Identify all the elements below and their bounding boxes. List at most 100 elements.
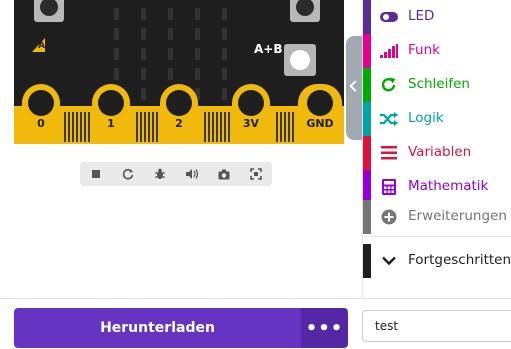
- edge-connector-strip: [88, 112, 90, 142]
- edge-connector-strip: [76, 112, 78, 142]
- chevron-down-icon: [380, 252, 398, 270]
- mute-icon: [186, 169, 199, 179]
- button-b[interactable]: [290, 0, 320, 22]
- category-stripe: [363, 34, 371, 68]
- led-pixel: [141, 88, 146, 100]
- screenshot-button[interactable]: [208, 162, 240, 186]
- edge-connector-strip: [224, 112, 226, 142]
- download-button[interactable]: Herunterladen: [14, 308, 301, 348]
- button-a-plus-b[interactable]: [284, 44, 316, 76]
- pin-1[interactable]: 1: [92, 84, 130, 138]
- led-pixel: [195, 68, 200, 80]
- edge-connector-strip: [152, 112, 154, 142]
- led-pixel: [141, 8, 146, 20]
- edge-connector-strip: [80, 112, 82, 142]
- edge-connector-strip: [68, 112, 70, 142]
- led-pixel: [222, 28, 227, 40]
- pin-2-label: 2: [175, 117, 183, 130]
- pin-3v[interactable]: 3V: [232, 84, 270, 138]
- led-pixel: [114, 48, 119, 60]
- category-schleifen[interactable]: Schleifen: [363, 68, 511, 102]
- edge-connector-strip: [64, 112, 66, 142]
- category-label: Variablen: [408, 144, 472, 160]
- category-funk[interactable]: Funk: [363, 34, 511, 68]
- edge-connector-strip: [284, 112, 286, 142]
- category-stripe: [363, 200, 371, 234]
- list-icon: [380, 144, 398, 162]
- edge-connector: 0 1 2 3V GND: [14, 84, 344, 144]
- button-a[interactable]: [34, 0, 64, 22]
- edge-connector-strip: [280, 112, 282, 142]
- led-pixel: [141, 28, 146, 40]
- category-led[interactable]: LED: [363, 0, 511, 34]
- loop-arrow-icon: [380, 76, 398, 94]
- button-a-logo: A: [32, 38, 45, 52]
- collapse-simulator-tab[interactable]: [346, 36, 362, 140]
- edge-connector-strip: [288, 112, 290, 142]
- edge-connector-strip: [144, 112, 146, 142]
- bottom-bar: Herunterladen •••: [0, 298, 511, 349]
- edge-connector-strip: [204, 112, 206, 142]
- led-pixel: [168, 8, 173, 20]
- led-pixel: [195, 48, 200, 60]
- edge-connector-strip: [140, 112, 142, 142]
- led-pixel: [222, 48, 227, 60]
- debug-button[interactable]: [144, 162, 176, 186]
- category-stripe: [363, 68, 371, 102]
- chevron-left-icon: [349, 80, 361, 92]
- edge-connector-strip: [208, 112, 210, 142]
- restart-icon: [122, 168, 134, 180]
- pin-1-label: 1: [107, 117, 115, 130]
- pin-0-label: 0: [37, 117, 45, 130]
- category-label: LED: [408, 8, 435, 24]
- led-pixel: [195, 8, 200, 20]
- simulator-panel: A A+B 0 1 2 3V GND: [0, 0, 347, 298]
- pin-2[interactable]: 2: [160, 84, 198, 138]
- led-pixel: [168, 48, 173, 60]
- category-stripe: [363, 136, 371, 170]
- led-pixel: [114, 8, 119, 20]
- edge-connector-strip: [72, 112, 74, 142]
- more-options-button[interactable]: •••: [301, 308, 348, 348]
- category-label: Schleifen: [408, 76, 470, 92]
- toolbox-separator: [363, 236, 511, 237]
- led-pixel: [168, 68, 173, 80]
- toolbox: LED Funk Schleifen Logik Variablen Mathe: [362, 0, 511, 298]
- led-pixel: [195, 28, 200, 40]
- toggle-icon: [380, 8, 398, 26]
- fullscreen-button[interactable]: [240, 162, 272, 186]
- led-pixel: [141, 48, 146, 60]
- category-erweiterungen[interactable]: Erweiterungen: [363, 200, 511, 234]
- pin-gnd-label: GND: [306, 117, 334, 130]
- edge-connector-strip: [216, 112, 218, 142]
- edge-connector-strip: [156, 112, 158, 142]
- led-pixel: [222, 88, 227, 100]
- category-stripe: [363, 0, 371, 34]
- category-mathematik[interactable]: Mathematik: [363, 170, 511, 204]
- category-logik[interactable]: Logik: [363, 102, 511, 136]
- project-name-input[interactable]: [362, 310, 511, 342]
- edge-connector-strip: [136, 112, 138, 142]
- edge-connector-strip: [220, 112, 222, 142]
- pin-gnd[interactable]: GND: [298, 84, 342, 138]
- debug-icon: [155, 168, 165, 179]
- led-pixel: [114, 28, 119, 40]
- ab-button-label: A+B: [254, 42, 283, 56]
- category-label: Fortgeschritten: [408, 252, 511, 268]
- calculator-icon: [380, 178, 398, 196]
- pin-0[interactable]: 0: [22, 84, 60, 138]
- category-fortgeschritten[interactable]: Fortgeschritten: [363, 244, 511, 278]
- mute-button[interactable]: [176, 162, 208, 186]
- microbit-board: A A+B 0 1 2 3V GND: [14, 0, 344, 144]
- signal-bars-icon: [380, 42, 398, 60]
- category-variablen[interactable]: Variablen: [363, 136, 511, 170]
- simulator-toolbar: [80, 162, 272, 186]
- screenshot-icon: [218, 169, 230, 179]
- stop-button[interactable]: [80, 162, 112, 186]
- restart-button[interactable]: [112, 162, 144, 186]
- fullscreen-icon: [250, 168, 262, 180]
- plus-circle-icon: [380, 208, 398, 226]
- category-label: Mathematik: [408, 178, 489, 194]
- pin-3v-label: 3V: [242, 117, 260, 130]
- edge-connector-strip: [84, 112, 86, 142]
